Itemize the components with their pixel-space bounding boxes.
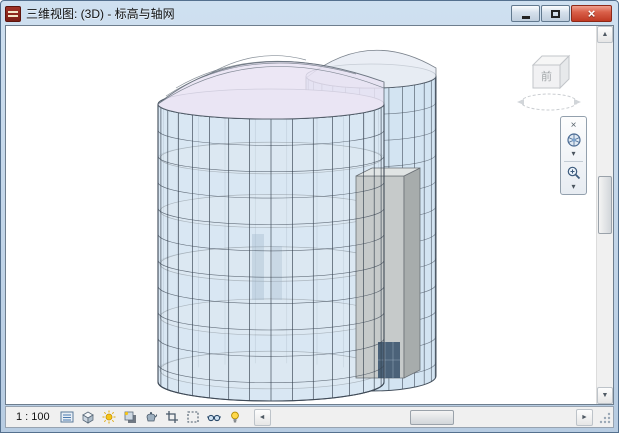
show-crop-region-icon [186, 410, 200, 424]
view-control-bar: 1 : 100 [5, 406, 614, 428]
scroll-up-button[interactable]: ▲ [597, 26, 613, 43]
view-cube-front-label: 前 [541, 69, 552, 83]
drawing-area[interactable]: 前 × ▾ [5, 25, 614, 405]
temporary-hide-isolate-icon [207, 410, 221, 424]
show-rendering-dialog-icon [144, 410, 158, 424]
close-button[interactable]: × [571, 5, 612, 22]
scroll-right-button[interactable]: ► [576, 409, 593, 426]
reveal-hidden-elements-button[interactable] [226, 408, 244, 426]
scroll-down-button[interactable]: ▼ [597, 387, 613, 404]
title-bar[interactable]: 三维视图: (3D) - 标高与轴网 × [5, 4, 614, 23]
vertical-scrollbar-thumb[interactable] [598, 176, 612, 234]
vertical-scrollbar[interactable]: ▲ ▼ [596, 26, 613, 404]
crop-view-button[interactable] [163, 408, 181, 426]
detail-level-button[interactable] [58, 408, 76, 426]
sun-path-button[interactable] [100, 408, 118, 426]
up-arrow-icon: ▲ [602, 31, 609, 38]
view-document-icon[interactable] [5, 6, 21, 22]
horizontal-scrollbar-thumb[interactable] [410, 410, 454, 425]
zoom-magnifier-icon [566, 165, 582, 181]
wheel-options-dropdown[interactable]: ▾ [562, 149, 585, 158]
show-rendering-dialog-button[interactable] [142, 408, 160, 426]
down-arrow-icon: ▼ [602, 392, 609, 399]
revit-view-window: 三维视图: (3D) - 标高与轴网 × 前 × [0, 0, 619, 433]
maximize-icon [551, 10, 560, 18]
detail-level-icon [60, 410, 74, 424]
resize-grip[interactable] [595, 408, 613, 426]
full-navigation-wheel-button[interactable] [562, 132, 585, 148]
view-cube[interactable]: 前 [517, 48, 581, 114]
show-crop-region-button[interactable] [184, 408, 202, 426]
shadows-button[interactable] [121, 408, 139, 426]
scale-button[interactable]: 1 : 100 [14, 410, 56, 424]
sun-path-icon [102, 410, 116, 424]
steering-wheel-icon [566, 132, 582, 148]
reveal-hidden-elements-icon [228, 410, 242, 424]
zoom-button[interactable] [562, 165, 585, 181]
window-title: 三维视图: (3D) - 标高与轴网 [26, 5, 506, 22]
right-arrow-icon: ► [581, 414, 588, 421]
view-control-tools [58, 408, 244, 426]
close-icon: × [588, 7, 596, 20]
horizontal-scrollbar[interactable]: ◄ ► [254, 409, 593, 426]
temporary-hide-isolate-button[interactable] [205, 408, 223, 426]
window-controls: × [511, 5, 614, 22]
left-arrow-icon: ◄ [259, 414, 266, 421]
compass-west-arrow[interactable] [517, 99, 524, 105]
crop-view-icon [165, 410, 179, 424]
visual-style-icon [81, 410, 95, 424]
visual-style-button[interactable] [79, 408, 97, 426]
navigation-bar: × ▾ ▾ [560, 116, 587, 195]
navigation-bar-close-button[interactable]: × [562, 119, 585, 131]
maximize-button[interactable] [541, 5, 570, 22]
minimize-icon [522, 16, 530, 19]
view-cube-compass-ring[interactable] [521, 94, 577, 110]
shadows-icon [123, 410, 137, 424]
compass-east-arrow[interactable] [574, 99, 581, 105]
minimize-button[interactable] [511, 5, 540, 22]
zoom-options-dropdown[interactable]: ▾ [562, 182, 585, 191]
scroll-left-button[interactable]: ◄ [254, 409, 271, 426]
navbar-divider [564, 161, 583, 162]
